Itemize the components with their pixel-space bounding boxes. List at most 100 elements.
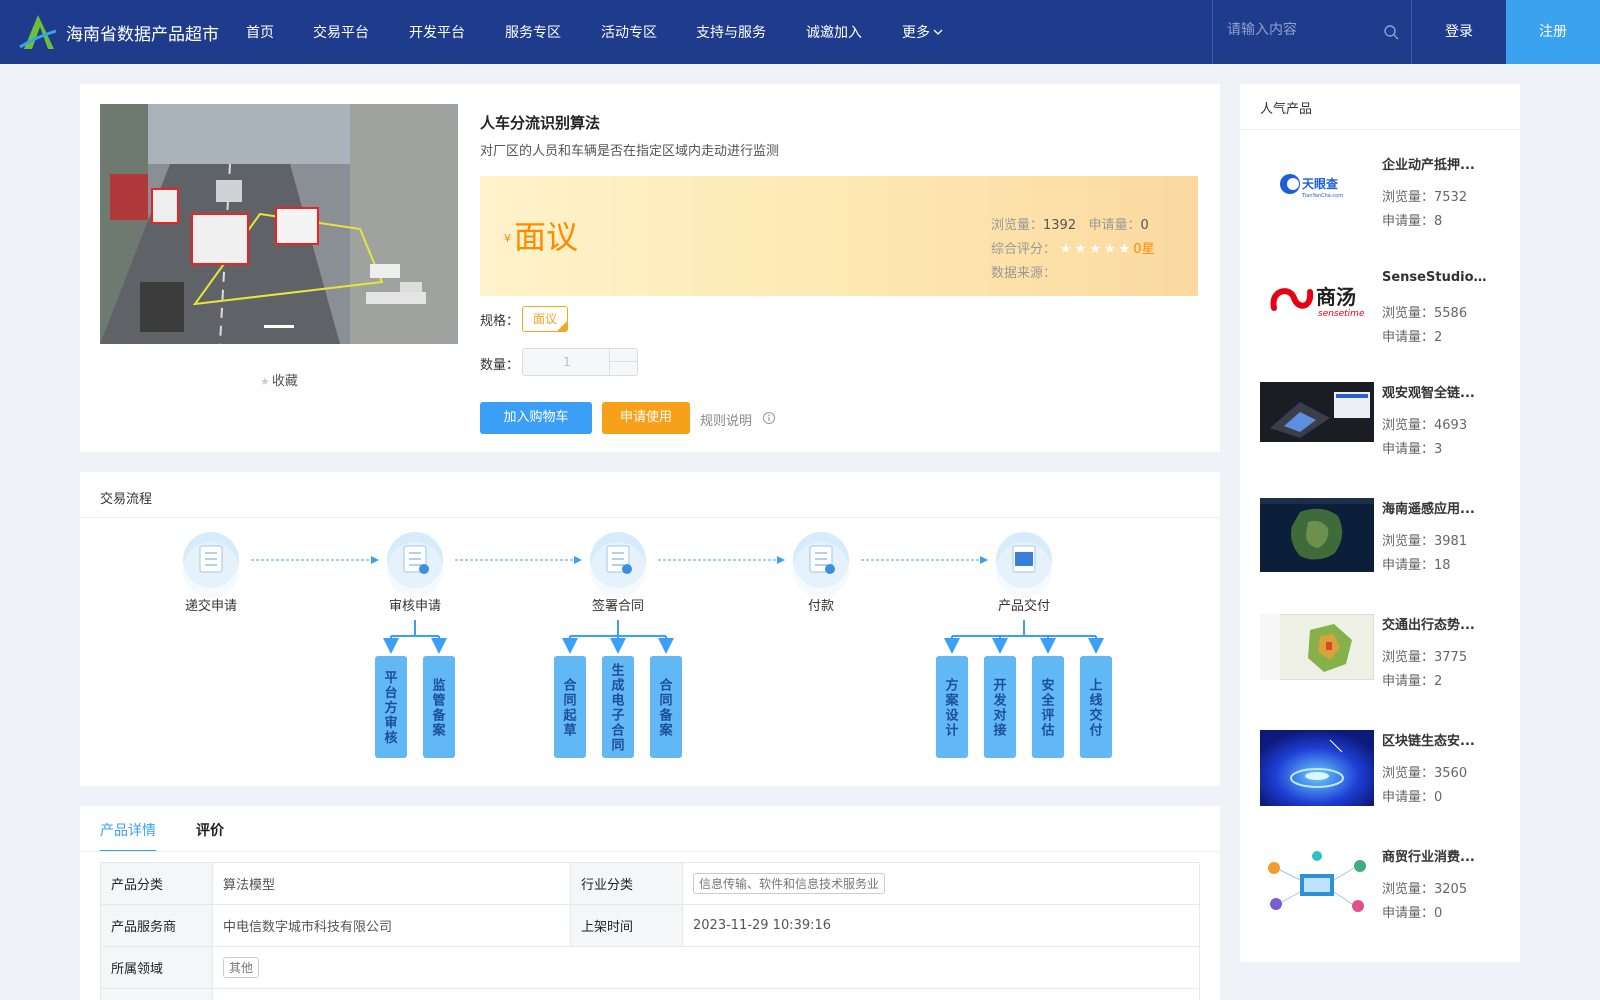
- product-thumbnail: 天眼查 TianYanCha.com: [1260, 154, 1374, 214]
- nav-more[interactable]: 更多: [902, 22, 944, 42]
- search-box: [1212, 0, 1412, 64]
- tianyancha-logo-icon: 天眼查 TianYanCha.com: [1260, 154, 1374, 214]
- table-row: [100, 988, 1200, 1000]
- popular-item[interactable]: 区块链生态安... 浏览量：3560 申请量：0: [1260, 730, 1510, 830]
- nav-trading-platform[interactable]: 交易平台: [313, 22, 369, 42]
- views-label: 浏览量：: [1382, 418, 1435, 433]
- quantity-decrease-button[interactable]: [609, 362, 637, 375]
- domain-tag: 其他: [223, 957, 260, 978]
- cell-key: 所属领域: [100, 946, 213, 989]
- flow-step-label: 付款: [808, 599, 834, 614]
- views-stat: 浏览量：1392 申请量：0: [991, 214, 1149, 233]
- site-logo-icon[interactable]: [18, 13, 58, 53]
- popular-item[interactable]: 商汤 sensetime SenseStudio... 浏览量：5586 申请量…: [1260, 270, 1510, 370]
- popular-item[interactable]: 观安观智全链... 浏览量：4693 申请量：3: [1260, 382, 1510, 482]
- popular-item-name: 海南遥感应用...: [1382, 502, 1475, 517]
- applications-label: 申请量：: [1382, 674, 1435, 689]
- register-button[interactable]: 注册: [1506, 0, 1600, 64]
- views-label: 浏览量：: [1382, 534, 1435, 549]
- logo-subtext: sensetime: [1318, 309, 1365, 319]
- traffic-map-image: [1260, 614, 1374, 680]
- login-button[interactable]: 登录: [1412, 0, 1506, 64]
- search-input[interactable]: [1227, 22, 1367, 38]
- device-screens-image: [1260, 382, 1374, 442]
- tab-product-details[interactable]: 产品详情: [100, 820, 156, 852]
- apply-button[interactable]: 申请使用: [602, 402, 690, 434]
- applications-value: 18: [1434, 558, 1451, 573]
- popular-item-views: 浏览量：3981: [1382, 530, 1467, 549]
- popular-item-views: 浏览量：3560: [1382, 762, 1467, 781]
- popular-item-applications: 申请量：2: [1382, 670, 1442, 689]
- popular-item[interactable]: 交通出行态势... 浏览量：3775 申请量：2: [1260, 614, 1510, 714]
- sensetime-logo-icon: 商汤 sensetime: [1260, 270, 1374, 330]
- price-value: 面议: [514, 218, 579, 256]
- cell-key: 产品分类: [100, 862, 213, 905]
- cell-value: 中电信数字城市科技有限公司: [212, 904, 571, 947]
- nav-join[interactable]: 诚邀加入: [806, 22, 862, 42]
- product-main-image[interactable]: [100, 104, 458, 344]
- views-value: 3560: [1434, 766, 1468, 781]
- flow-step-label: 产品交付: [998, 598, 1050, 614]
- popular-item[interactable]: 海南遥感应用... 浏览量：3981 申请量：18: [1260, 498, 1510, 598]
- nav-dev-platform[interactable]: 开发平台: [409, 22, 465, 42]
- quantity-increase-button[interactable]: [609, 349, 637, 362]
- top-header: 海南省数据产品超市 首页 交易平台 开发平台 服务专区 活动专区 支持与服务 诚…: [0, 0, 1600, 64]
- sign-contract-icon: [590, 532, 646, 598]
- product-thumbnail: [1260, 498, 1374, 572]
- views-value: 5586: [1434, 306, 1468, 321]
- carousel-indicator[interactable]: [264, 325, 294, 328]
- applications-label: 申请量：: [1088, 218, 1141, 233]
- delivery-list-icon: [996, 532, 1052, 598]
- popular-item-name: 观安观智全链...: [1382, 386, 1475, 401]
- selected-check-icon: [557, 321, 567, 331]
- substep-label: 合同备案: [658, 678, 673, 739]
- favorite-button[interactable]: ★ 收藏: [260, 370, 298, 389]
- source-stat: 数据来源：: [991, 262, 1056, 281]
- applications-value: 0: [1434, 790, 1443, 805]
- cell-key: 上架时间: [570, 904, 683, 947]
- cell-key: 行业分类: [570, 862, 683, 905]
- substep-label: 上线交付: [1089, 679, 1102, 739]
- applications-value: 2: [1434, 330, 1443, 345]
- popular-products-panel: 人气产品 天眼查 TianYanCha.com 企业动产抵押... 浏览量：75…: [1240, 84, 1520, 962]
- quantity-stepper[interactable]: 1: [522, 348, 638, 376]
- applications-label: 申请量：: [1382, 330, 1435, 345]
- product-title: 人车分流识别算法: [480, 114, 601, 132]
- views-value: 3205: [1434, 882, 1468, 897]
- star-icon: ★: [260, 375, 270, 388]
- cell-value: 其他: [212, 946, 1200, 989]
- rules-link[interactable]: 规则说明: [700, 410, 752, 429]
- substep-label: 开发对接: [992, 679, 1007, 739]
- logo-text: 天眼查: [1302, 176, 1339, 191]
- nav-activity-zone[interactable]: 活动专区: [601, 22, 657, 42]
- quantity-value[interactable]: 1: [523, 349, 611, 375]
- flow-title: 交易流程: [100, 492, 153, 507]
- applications-value: 2: [1434, 674, 1443, 689]
- satellite-map-image: [1260, 498, 1374, 572]
- product-thumbnail: 商汤 sensetime: [1260, 270, 1374, 330]
- popular-item-applications: 申请量：18: [1382, 554, 1451, 573]
- search-icon[interactable]: [1383, 24, 1399, 40]
- popular-item-applications: 申请量：0: [1382, 902, 1442, 921]
- nav-support[interactable]: 支持与服务: [696, 22, 766, 42]
- popular-item-views: 浏览量：4693: [1382, 414, 1467, 433]
- flow-step-label: 签署合同: [592, 598, 644, 614]
- tab-reviews[interactable]: 评价: [196, 820, 224, 850]
- spec-option-negotiable[interactable]: 面议: [522, 306, 568, 332]
- traffic-scene-image: [100, 104, 458, 344]
- industry-tag: 信息传输、软件和信息技术服务业: [693, 873, 886, 894]
- info-icon[interactable]: [762, 411, 776, 425]
- popular-item[interactable]: 天眼查 TianYanCha.com 企业动产抵押... 浏览量：7532 申请…: [1260, 154, 1510, 254]
- substep-label: 安全评估: [1040, 678, 1055, 739]
- cell-value: 信息传输、软件和信息技术服务业: [682, 862, 1200, 905]
- nav-service-zone[interactable]: 服务专区: [505, 22, 561, 42]
- popular-item[interactable]: 商贸行业消费... 浏览量：3205 申请量：0: [1260, 846, 1510, 946]
- applications-label: 申请量：: [1382, 214, 1435, 229]
- site-name[interactable]: 海南省数据产品超市: [66, 20, 219, 45]
- spec-option-label: 面议: [532, 312, 557, 326]
- nav-home[interactable]: 首页: [246, 22, 274, 42]
- add-to-cart-button[interactable]: 加入购物车: [480, 402, 592, 434]
- cell-value: 2023-11-29 10:39:16: [682, 904, 1200, 947]
- cell-value: [212, 988, 1200, 1000]
- popular-item-applications: 申请量：0: [1382, 786, 1442, 805]
